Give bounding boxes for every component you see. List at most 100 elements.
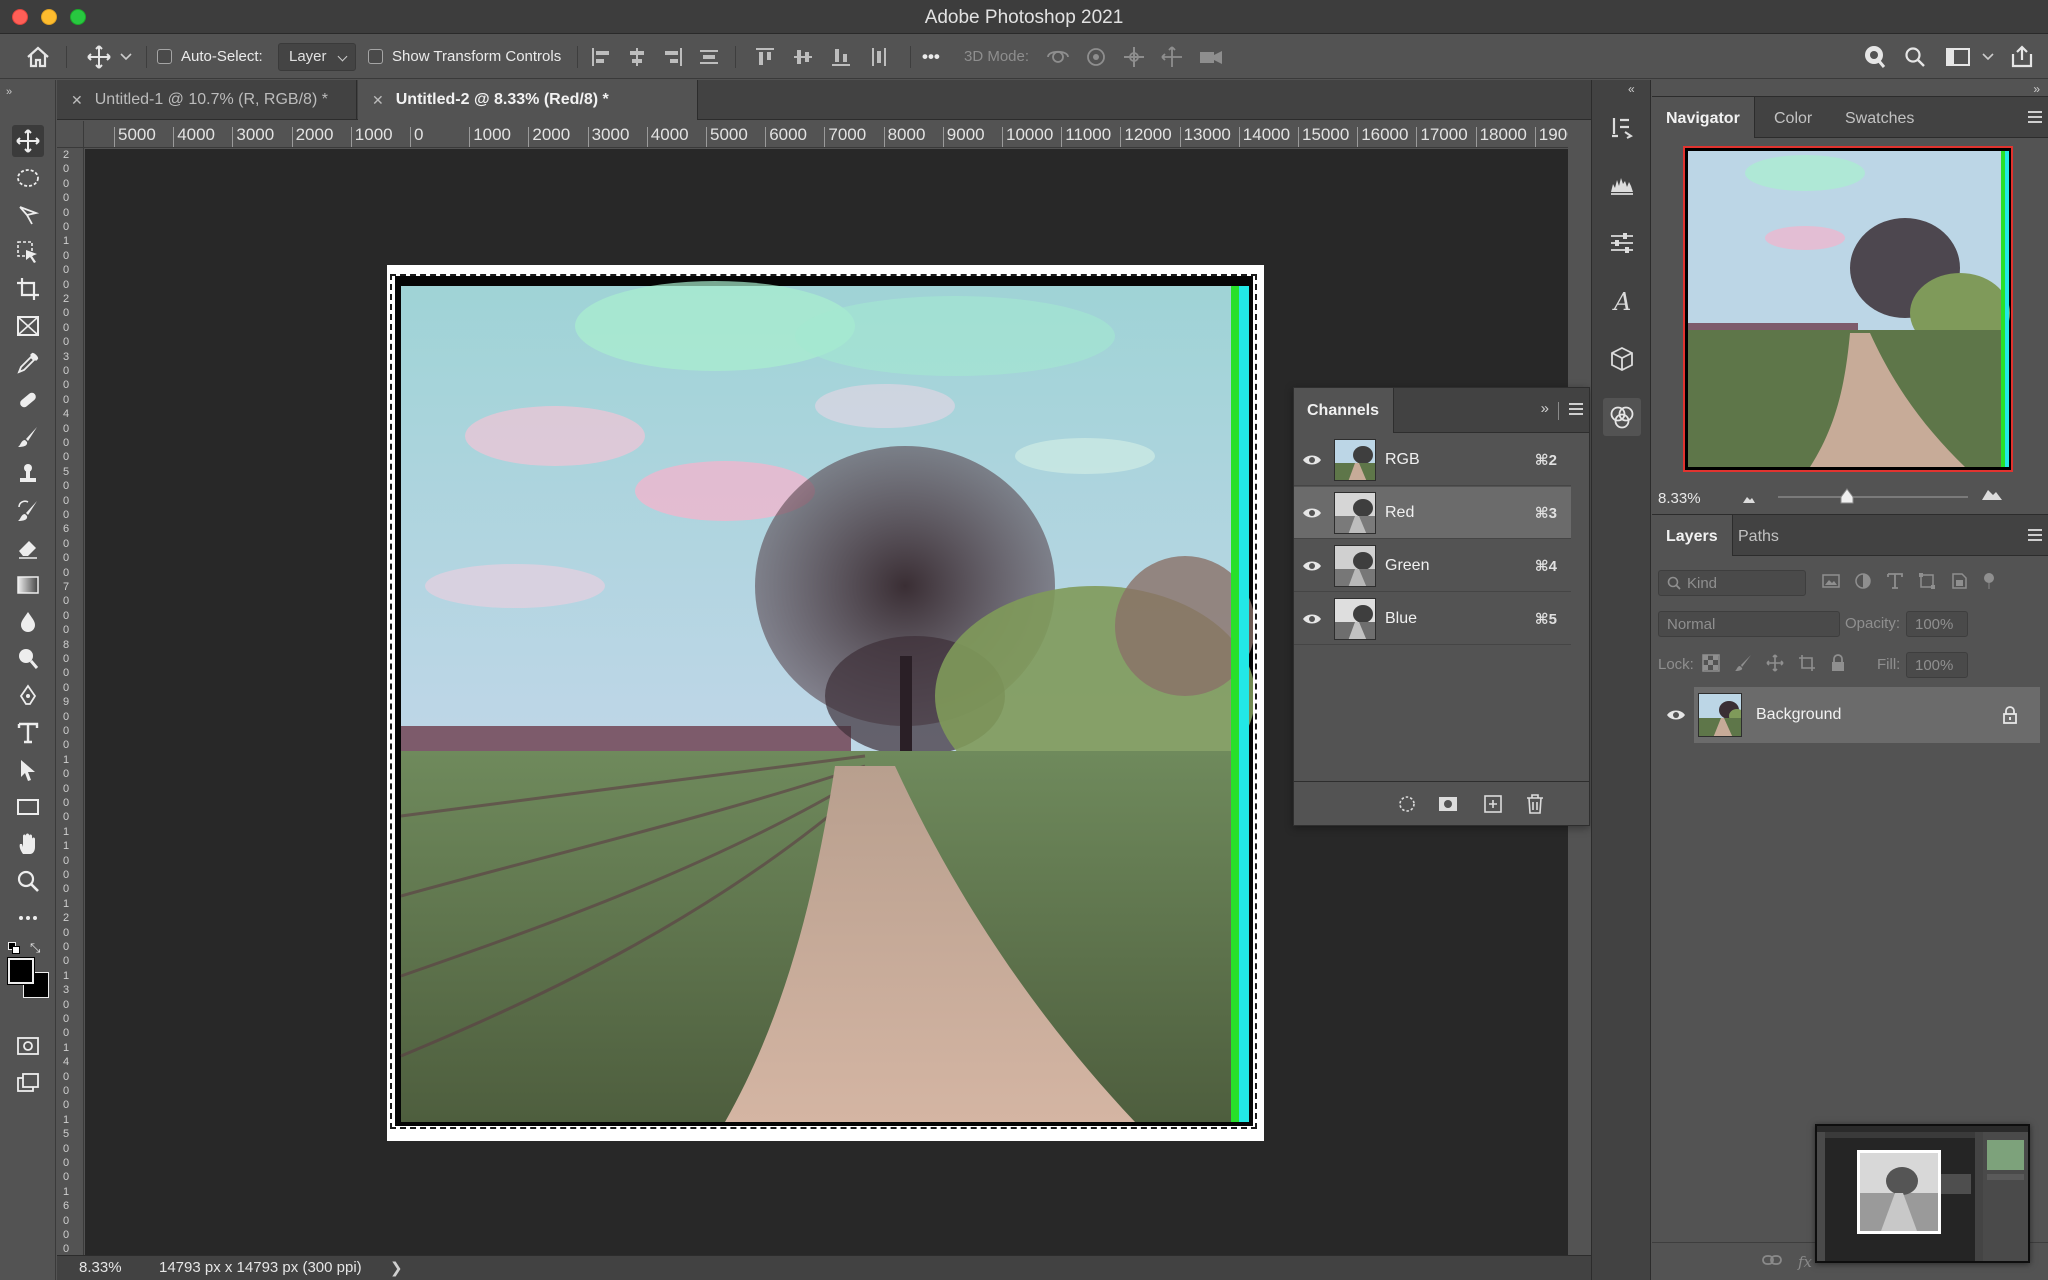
rectangle-icon[interactable] [12, 791, 44, 823]
align-vertical-center-icon[interactable] [792, 46, 814, 68]
lock-pixels-icon[interactable] [1734, 654, 1752, 672]
channels-tab[interactable]: Channels [1294, 388, 1394, 433]
brush-icon[interactable] [12, 421, 44, 453]
panel-menu-icon[interactable] [1569, 403, 1583, 418]
lock-all-icon[interactable] [1830, 654, 1846, 672]
align-top-icon[interactable] [754, 46, 776, 68]
edit-toolbar-icon[interactable] [12, 902, 44, 934]
channel-visibility-eye-icon[interactable] [1302, 559, 1322, 573]
character-panel-icon[interactable]: A [1603, 282, 1641, 320]
channel-row-green[interactable]: Green ⌘4 [1294, 540, 1571, 592]
close-tab-icon[interactable]: ✕ [71, 92, 83, 109]
link-layers-icon[interactable] [1762, 1253, 1782, 1270]
eyedropper-icon[interactable] [12, 347, 44, 379]
workspace-icon[interactable] [1946, 34, 1994, 79]
dodge-icon[interactable] [12, 643, 44, 675]
align-right-icon[interactable] [662, 46, 684, 68]
3d-camera-icon[interactable] [1198, 46, 1224, 68]
fill-field[interactable]: 100% [1906, 652, 1968, 678]
channels-panel-header[interactable]: Channels » [1294, 388, 1589, 433]
navigator-zoom-slider-thumb[interactable] [1839, 488, 1855, 516]
channel-row-red[interactable]: Red ⌘3 [1294, 487, 1571, 539]
navigator-zoom-value[interactable]: 8.33% [1658, 490, 1701, 507]
healing-brush-icon[interactable] [12, 384, 44, 416]
tab-paths[interactable]: Paths [1724, 515, 1793, 556]
default-colors-icon[interactable] [8, 942, 20, 954]
layer-row-background[interactable]: Background [1694, 687, 2040, 743]
lock-position-icon[interactable] [1766, 654, 1784, 672]
3d-roll-icon[interactable] [1084, 46, 1108, 68]
status-menu-arrow[interactable]: ❯ [390, 1259, 403, 1277]
lock-artboard-icon[interactable] [1798, 654, 1816, 672]
object-selection-icon[interactable] [12, 236, 44, 268]
screen-thumbnail-preview[interactable] [1815, 1124, 2030, 1263]
3d-panel-icon[interactable] [1603, 340, 1641, 378]
panel-menu-icon[interactable] [2028, 529, 2042, 544]
align-horizontal-center-icon[interactable] [626, 46, 648, 68]
zoom-in-icon[interactable] [1981, 487, 2003, 505]
hand-icon[interactable] [12, 828, 44, 860]
tab-navigator[interactable]: Navigator [1652, 97, 1755, 138]
channels-panel-icon[interactable] [1603, 398, 1641, 436]
layer-visibility-eye-icon[interactable] [1666, 708, 1686, 726]
search-icon[interactable] [1904, 34, 1926, 79]
channel-visibility-eye-icon[interactable] [1302, 612, 1322, 626]
quick-mask-icon[interactable] [12, 1030, 44, 1062]
gradient-icon[interactable] [12, 569, 44, 601]
blur-icon[interactable] [12, 606, 44, 638]
collapse-panel-icon[interactable]: » [1541, 400, 1549, 417]
tab-layers[interactable]: Layers [1652, 515, 1733, 556]
tab-color[interactable]: Color [1760, 97, 1826, 138]
shape-filter-icon[interactable] [1918, 572, 1936, 590]
distribute-horizontal-icon[interactable] [868, 46, 890, 68]
navigator-preview[interactable] [1683, 146, 2013, 472]
layer-name[interactable]: Background [1756, 706, 2002, 724]
move-tool-preset-icon[interactable] [86, 34, 132, 79]
close-tab-icon[interactable]: ✕ [372, 92, 384, 109]
lock-transparent-icon[interactable] [1702, 654, 1720, 672]
document-canvas[interactable] [387, 265, 1264, 1141]
new-channel-icon[interactable] [1483, 794, 1503, 814]
foreground-color-swatch[interactable] [7, 957, 35, 985]
vertical-ruler[interactable]: 2000001000200030004000500060007000800090… [57, 148, 84, 1255]
learn-icon[interactable] [1862, 34, 1888, 79]
align-left-icon[interactable] [590, 46, 612, 68]
collapse-right-panels-icon[interactable]: » [2033, 82, 2040, 96]
path-selection-icon[interactable] [12, 754, 44, 786]
doc-tab-untitled-2[interactable]: ✕ Untitled-2 @ 8.33% (Red/8) * [358, 80, 698, 120]
channel-visibility-eye-icon[interactable] [1302, 453, 1322, 467]
eraser-icon[interactable] [12, 532, 44, 564]
horizontal-ruler[interactable]: 5000 4000 3000 2000 1000 0 1000 2000 3000 4000 500… [84, 121, 1568, 148]
move-tool-icon[interactable] [12, 125, 44, 157]
distribute-vertical-icon[interactable] [698, 46, 720, 68]
home-icon[interactable] [26, 34, 50, 79]
status-zoom[interactable]: 8.33% [79, 1259, 122, 1276]
lasso-icon[interactable] [12, 199, 44, 231]
more-options-button[interactable]: ••• [922, 34, 940, 79]
history-panel-icon[interactable] [1603, 108, 1641, 146]
clone-stamp-icon[interactable] [12, 458, 44, 490]
blend-mode-dropdown[interactable]: Normal [1658, 611, 1840, 637]
ruler-origin[interactable] [57, 121, 84, 148]
swap-colors-icon[interactable]: ⤡ [30, 940, 40, 956]
show-transform-checkbox[interactable] [368, 49, 383, 64]
save-selection-channel-icon[interactable] [1438, 794, 1458, 814]
align-bottom-icon[interactable] [830, 46, 852, 68]
history-brush-icon[interactable] [12, 495, 44, 527]
auto-select-dropdown[interactable]: Layer [278, 42, 356, 71]
crop-icon[interactable] [12, 273, 44, 305]
3d-pan-icon[interactable] [1122, 46, 1146, 68]
opacity-field[interactable]: 100% [1906, 611, 1968, 637]
expand-panels-icon[interactable]: « [1628, 82, 1635, 96]
auto-select-checkbox[interactable] [157, 49, 172, 64]
adjustment-filter-icon[interactable] [1854, 572, 1872, 590]
delete-channel-icon[interactable] [1525, 794, 1545, 814]
type-filter-icon[interactable] [1886, 572, 1904, 590]
channel-visibility-eye-icon[interactable] [1302, 506, 1322, 520]
histogram-panel-icon[interactable] [1603, 166, 1641, 204]
panel-menu-icon[interactable] [2028, 111, 2042, 126]
channel-row-rgb[interactable]: RGB ⌘2 [1294, 434, 1571, 486]
properties-panel-icon[interactable] [1603, 224, 1641, 262]
tab-swatches[interactable]: Swatches [1831, 97, 1928, 138]
load-channel-selection-icon[interactable] [1397, 794, 1417, 814]
